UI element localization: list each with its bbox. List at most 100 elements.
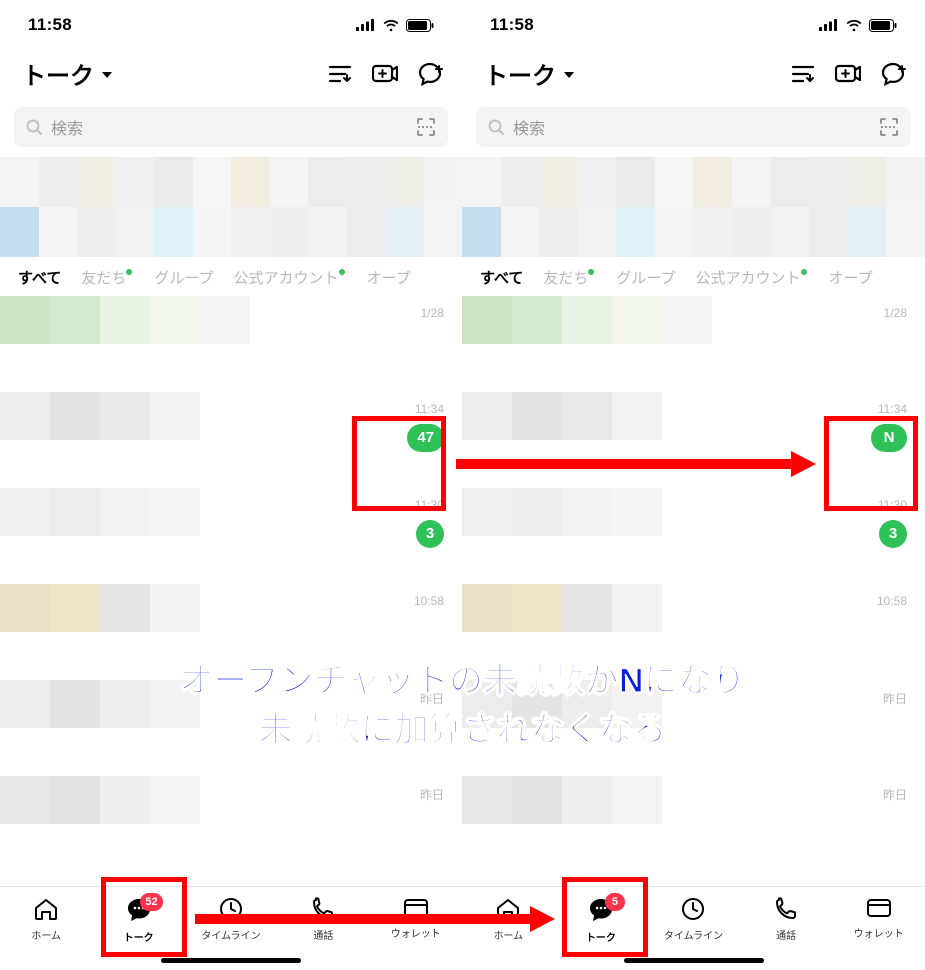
chat-time: 11:34 (871, 402, 907, 416)
chat-meta: 11:303 (878, 498, 907, 548)
chat-meta: 1/28 (884, 306, 907, 320)
chat-row[interactable]: 10:58 (0, 584, 462, 680)
nav-talk[interactable]: 52 トーク (101, 897, 177, 944)
chat-time: 昨日 (420, 786, 444, 803)
phone-icon (311, 897, 335, 921)
chat-row[interactable]: 1/28 (462, 296, 925, 392)
chat-list[interactable]: 1/2811:344711:30310:58昨日昨日 (0, 296, 462, 856)
home-indicator (624, 958, 764, 963)
filter-tab[interactable]: グループ (616, 267, 695, 288)
bottom-nav: ホーム 52 トーク タイムライン 通話 ウォレット (0, 886, 462, 970)
phone-right: 11:58 トーク 検索 (462, 0, 925, 970)
status-indicators (819, 19, 897, 32)
chat-unread-badge: 3 (879, 520, 907, 548)
search-placeholder: 検索 (513, 115, 545, 139)
chat-meta: 1/28 (421, 306, 444, 320)
new-chat-icon[interactable] (835, 63, 861, 85)
story-strip[interactable] (0, 157, 462, 257)
talk-badge: 52 (140, 893, 162, 911)
chat-mosaic (0, 584, 300, 680)
nav-wallet[interactable]: ウォレット (841, 897, 917, 940)
filter-tab[interactable]: 友だち (81, 267, 154, 288)
status-time: 11:58 (490, 15, 534, 35)
chat-list[interactable]: 1/2811:34N11:30310:58昨日昨日 (462, 296, 925, 856)
chat-row[interactable]: 昨日 (0, 776, 462, 872)
chat-row[interactable]: 昨日 (0, 680, 462, 776)
filter-tab[interactable]: すべて (480, 267, 543, 288)
search-icon (26, 119, 43, 136)
filter-tab[interactable]: 公式アカウント (233, 267, 366, 288)
filter-tab[interactable]: グループ (154, 267, 233, 288)
nav-label: タイムライン (664, 927, 723, 942)
nav-label: トーク (586, 929, 616, 944)
nav-label: ホーム (31, 927, 61, 942)
chat-unread-badge: 3 (416, 520, 444, 548)
nav-call[interactable]: 通話 (285, 897, 361, 942)
filter-tab[interactable]: 公式アカウント (695, 267, 828, 288)
chat-row[interactable]: 11:303 (0, 488, 462, 584)
nav-home[interactable]: ホーム (8, 897, 84, 942)
search-bar[interactable]: 検索 (14, 107, 448, 147)
home-icon (33, 897, 59, 921)
chat-mosaic (0, 680, 300, 776)
status-time: 11:58 (28, 15, 72, 35)
chat-mosaic (462, 488, 762, 584)
nav-label: ウォレット (854, 925, 904, 940)
status-indicators (356, 19, 434, 32)
wifi-icon (382, 19, 400, 32)
search-bar[interactable]: 検索 (476, 107, 911, 147)
chat-row[interactable]: 11:34N (462, 392, 925, 488)
nav-label: トーク (124, 929, 154, 944)
chat-meta: 昨日 (420, 690, 444, 707)
sort-icon[interactable] (328, 63, 352, 85)
chat-row[interactable]: 11:303 (462, 488, 925, 584)
talk-badge: 5 (605, 893, 625, 911)
unread-dot (126, 269, 132, 275)
status-bar: 11:58 (462, 0, 925, 44)
chat-meta: 昨日 (883, 786, 907, 803)
nav-talk[interactable]: 5 トーク (563, 897, 639, 944)
chat-time: 1/28 (421, 306, 444, 320)
chat-row[interactable]: 昨日 (462, 680, 925, 776)
chat-row[interactable]: 昨日 (462, 776, 925, 872)
nav-label: 通話 (313, 927, 333, 942)
nav-wallet[interactable]: ウォレット (378, 897, 454, 940)
chat-meta: 昨日 (420, 786, 444, 803)
chat-mosaic (0, 776, 300, 872)
chat-mosaic (462, 680, 762, 776)
chat-mosaic (462, 584, 762, 680)
nav-timeline[interactable]: タイムライン (193, 897, 269, 942)
qr-scan-icon[interactable] (416, 117, 436, 137)
chat-mosaic (0, 296, 300, 392)
chat-header: トーク (0, 44, 462, 101)
page-title[interactable]: トーク (484, 56, 574, 91)
nav-home[interactable]: ホーム (470, 897, 546, 942)
new-chat-icon[interactable] (372, 63, 398, 85)
cellular-icon (819, 19, 839, 31)
chat-row[interactable]: 1/28 (0, 296, 462, 392)
chat-meta: 10:58 (877, 594, 907, 608)
filter-tab[interactable]: 友だち (543, 267, 616, 288)
nav-timeline[interactable]: タイムライン (655, 897, 731, 942)
chat-row[interactable]: 10:58 (462, 584, 925, 680)
filter-tab[interactable]: オープ (367, 267, 431, 288)
new-message-icon[interactable] (418, 62, 444, 86)
phone-icon (774, 897, 798, 921)
chat-mosaic (0, 392, 300, 488)
chat-row[interactable]: 11:3447 (0, 392, 462, 488)
nav-label: タイムライン (201, 927, 260, 942)
story-strip[interactable] (462, 157, 925, 257)
page-title[interactable]: トーク (22, 56, 112, 91)
filter-tabs: すべて友だちグループ公式アカウントオープ (0, 257, 462, 296)
bottom-nav: ホーム 5 トーク タイムライン 通話 ウォレット (462, 886, 925, 970)
nav-call[interactable]: 通話 (748, 897, 824, 942)
home-icon (495, 897, 521, 921)
chat-mosaic (462, 392, 762, 488)
filter-tab[interactable]: オープ (829, 267, 893, 288)
filter-tab[interactable]: すべて (18, 267, 81, 288)
timeline-icon (219, 897, 243, 921)
new-message-icon[interactable] (881, 62, 907, 86)
chat-time: 昨日 (420, 690, 444, 707)
sort-icon[interactable] (791, 63, 815, 85)
qr-scan-icon[interactable] (879, 117, 899, 137)
